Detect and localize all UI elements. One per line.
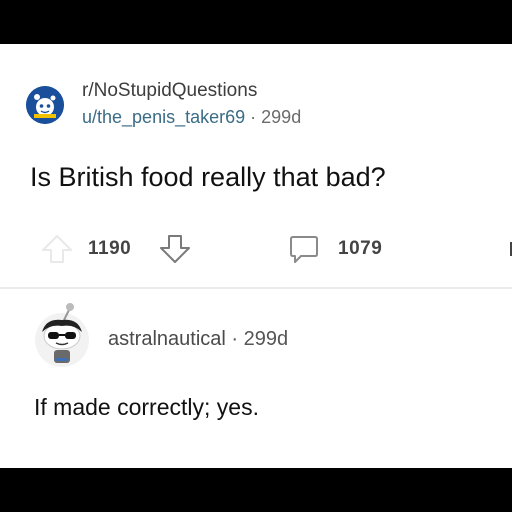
comment-age: 299d bbox=[243, 328, 289, 350]
post-meta: r/NoStupidQuestions u/the_penis_taker69 … bbox=[82, 80, 301, 128]
subreddit-name[interactable]: r/NoStupidQuestions bbox=[82, 80, 301, 102]
post-action-bar: 1190 1079 bbox=[40, 232, 512, 266]
post-age: 299d bbox=[261, 107, 302, 127]
comment-body: If made correctly; yes. bbox=[34, 394, 259, 420]
downvote-arrow-icon bbox=[160, 235, 190, 263]
post-author-line: u/the_penis_taker69 · 299d bbox=[82, 106, 301, 128]
post-title[interactable]: Is British food really that bad? bbox=[30, 162, 386, 193]
post-card: r/NoStupidQuestions u/the_penis_taker69 … bbox=[0, 44, 512, 468]
comments-button[interactable]: 1079 bbox=[288, 232, 382, 266]
separator-dot: · bbox=[250, 107, 257, 127]
subreddit-avatar-icon[interactable] bbox=[26, 86, 64, 124]
upvote-button[interactable]: 1190 bbox=[40, 232, 131, 266]
snoo-avatar-icon[interactable] bbox=[32, 302, 92, 368]
comment-author[interactable]: astralnautical bbox=[108, 328, 226, 350]
comment-meta: astralnautical · 299d bbox=[108, 328, 288, 351]
separator-dot: · bbox=[231, 328, 239, 350]
divider bbox=[0, 287, 512, 289]
upvote-count: 1190 bbox=[88, 238, 132, 259]
comment-bubble-icon bbox=[290, 236, 318, 263]
comment-count: 1079 bbox=[338, 238, 383, 259]
upvote-arrow-icon bbox=[42, 235, 72, 263]
post-author[interactable]: u/the_penis_taker69 bbox=[82, 107, 245, 127]
downvote-button[interactable] bbox=[158, 232, 192, 266]
